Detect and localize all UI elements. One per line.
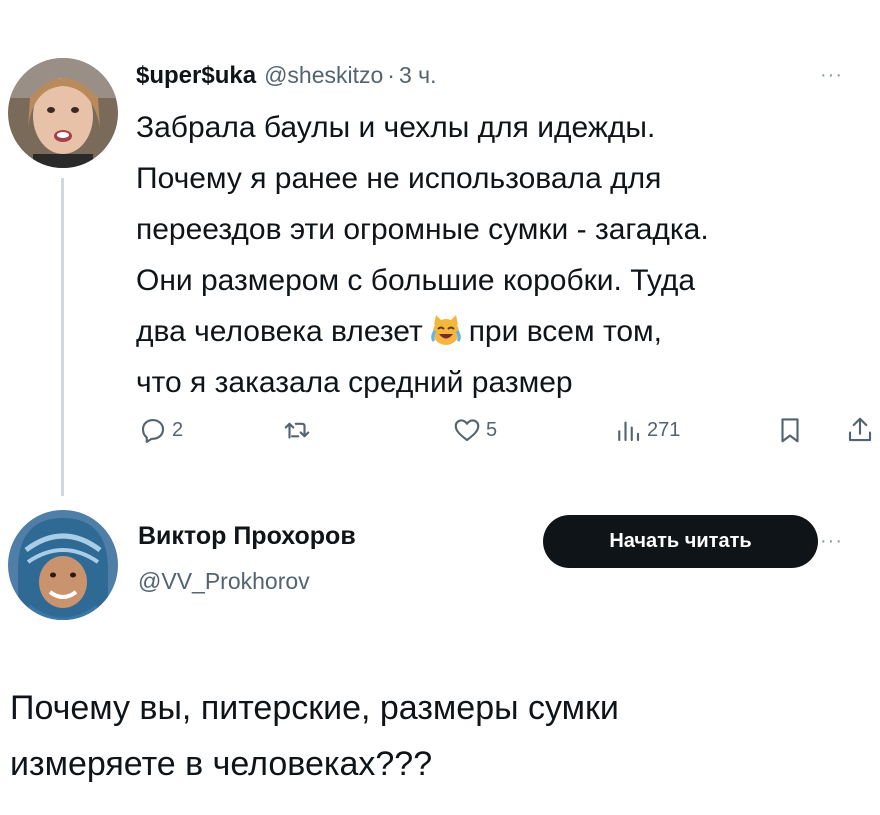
avatar-image xyxy=(8,510,118,620)
reply-count: 2 xyxy=(172,418,184,441)
tweet-text: Забрала баулы и чехлы для идежды. Почему… xyxy=(136,102,871,408)
share-icon xyxy=(848,417,872,442)
tweet-text-line: Забрала баулы и чехлы для идежды. xyxy=(136,111,656,144)
tweet-text-line: что я заказала средний размер xyxy=(136,366,573,399)
reply-author-name[interactable]: Виктор Прохоров xyxy=(138,522,356,551)
author-name[interactable]: $uper$uka xyxy=(136,62,256,90)
tweet-text-line: Они размером с большие коробки. Туда xyxy=(136,264,696,297)
reply-author-avatar[interactable] xyxy=(8,510,118,620)
tweet-text-line: Почему я ранее не использовала для xyxy=(136,162,662,195)
reply-text: Почему вы, питерские, размеры сумки изме… xyxy=(10,680,870,792)
author-avatar[interactable] xyxy=(8,58,118,168)
tweet-actions: 2 5 271 xyxy=(0,415,880,455)
reply-button[interactable]: 2 xyxy=(138,415,183,445)
tweet-header: $uper$uka @sheskitzo · 3 ч. xyxy=(136,62,437,90)
author-handle[interactable]: @sheskitzo xyxy=(264,62,383,89)
tweet-text-fragment: два человека влезет xyxy=(136,315,423,348)
reply-author-handle[interactable]: @VV_Prokhorov xyxy=(138,568,310,595)
bookmark-button[interactable] xyxy=(775,415,805,445)
like-count: 5 xyxy=(486,418,498,441)
avatar-image xyxy=(8,58,118,168)
header-separator: · xyxy=(387,62,395,88)
views-icon xyxy=(618,421,640,442)
tweet-text-line: переездов эти огромные сумки - загадка. xyxy=(136,213,709,246)
share-button[interactable] xyxy=(845,415,875,445)
bookmark-icon xyxy=(781,418,799,443)
tweet-time[interactable]: 3 ч. xyxy=(399,62,437,89)
tweet-text-line: два человека влезет при всем том, xyxy=(136,306,871,357)
heart-icon xyxy=(454,419,480,442)
view-count: 271 xyxy=(647,418,681,441)
more-options-icon[interactable]: ··· xyxy=(820,64,843,87)
retweet-icon xyxy=(284,422,310,439)
retweet-button[interactable] xyxy=(282,415,316,445)
follow-button[interactable]: Начать читать xyxy=(543,515,818,568)
laughing-crying-cat-emoji xyxy=(429,312,463,346)
reply-icon xyxy=(141,418,165,443)
reply-text-line: Почему вы, питерские, размеры сумки xyxy=(10,689,619,727)
tweet-text-fragment: при всем том, xyxy=(468,315,663,348)
more-options-icon[interactable]: ··· xyxy=(820,530,843,553)
views-button[interactable]: 271 xyxy=(613,415,680,445)
like-button[interactable]: 5 xyxy=(452,415,497,445)
reply-text-line: измеряете в человеках??? xyxy=(10,745,433,783)
